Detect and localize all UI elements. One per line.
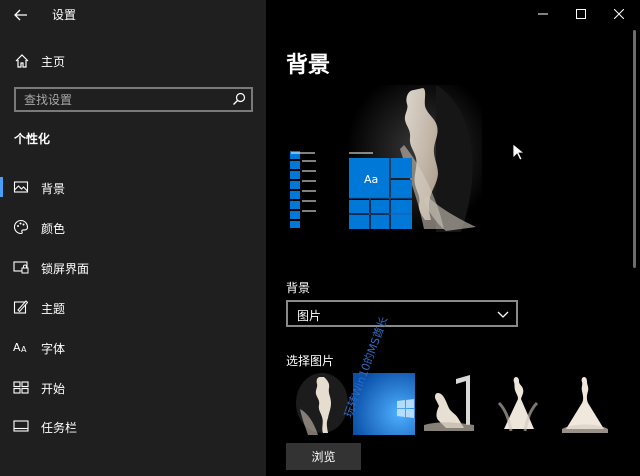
thumbnail-image (487, 373, 549, 435)
sidebar-item-background[interactable]: 背景 (0, 172, 266, 202)
preview-illustration: Aa (290, 85, 482, 232)
sidebar-item-label: 字体 (41, 342, 66, 356)
maximize-icon (576, 9, 586, 19)
browse-button[interactable]: 浏览 (286, 443, 361, 470)
sidebar-item-colors[interactable]: 颜色 (0, 212, 266, 242)
background-dropdown[interactable]: 图片 (286, 300, 518, 327)
svg-text:A: A (13, 341, 21, 354)
sidebar-item-label: 颜色 (41, 222, 66, 236)
back-arrow-icon (14, 9, 27, 21)
preview-tile-text: Aa (364, 173, 378, 186)
sidebar-item-label: 开始 (41, 382, 66, 396)
background-preview: Aa (286, 85, 482, 232)
active-indicator (0, 177, 3, 197)
app-title: 设置 (52, 8, 77, 22)
background-dropdown-value: 图片 (297, 309, 322, 323)
thumbnail-image (286, 373, 348, 435)
minimize-icon (538, 13, 548, 15)
sidebar-item-start[interactable]: 开始 (0, 372, 266, 402)
back-button[interactable] (11, 5, 31, 25)
start-icon (13, 381, 29, 394)
taskbar-icon (13, 420, 29, 432)
font-icon: A A (13, 341, 27, 354)
image-icon (13, 181, 29, 193)
close-button[interactable] (598, 0, 640, 28)
sidebar-item-themes[interactable]: 主题 (0, 292, 266, 322)
search-icon[interactable] (232, 92, 246, 106)
sidebar-item-label: 任务栏 (41, 421, 78, 435)
search-input[interactable] (24, 91, 224, 108)
thumbnail-image (420, 373, 482, 435)
close-icon (614, 9, 624, 19)
palette-icon (13, 219, 29, 235)
picture-thumbnail[interactable] (420, 373, 482, 435)
thumbnail-image (554, 373, 616, 435)
section-title: 个性化 (14, 132, 51, 146)
sidebar-item-lock-screen[interactable]: 锁屏界面 (0, 252, 266, 282)
scrollbar[interactable] (633, 30, 636, 268)
minimize-button[interactable] (522, 0, 564, 28)
svg-text:A: A (21, 345, 27, 354)
sidebar-item-label: 主题 (41, 302, 66, 316)
maximize-button[interactable] (560, 0, 602, 28)
sidebar: 设置 主页 个性化 背景 颜色 锁屏界 (0, 0, 266, 476)
chevron-down-icon (497, 311, 509, 318)
theme-brush-icon (13, 300, 29, 314)
nav-home[interactable]: 主页 (0, 50, 266, 72)
home-icon (15, 54, 29, 68)
sidebar-item-taskbar[interactable]: 任务栏 (0, 411, 266, 441)
picture-thumbnail[interactable] (286, 373, 348, 435)
search-box[interactable] (14, 87, 253, 112)
nav-home-label: 主页 (41, 55, 66, 69)
picture-thumbnail[interactable] (554, 373, 616, 435)
lock-screen-icon (13, 261, 29, 274)
sidebar-item-label: 锁屏界面 (41, 262, 90, 276)
sidebar-item-label: 背景 (41, 182, 66, 196)
sidebar-item-fonts[interactable]: A A 字体 (0, 332, 266, 362)
start-menu-mock (290, 151, 412, 229)
choose-picture-label: 选择图片 (286, 354, 335, 368)
background-label: 背景 (286, 281, 311, 295)
picture-thumbnail[interactable] (487, 373, 549, 435)
mouse-cursor-icon (512, 143, 524, 161)
page-title: 背景 (286, 53, 331, 78)
